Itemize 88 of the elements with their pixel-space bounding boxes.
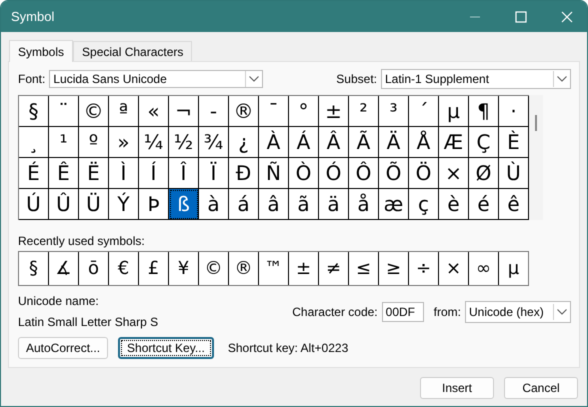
- symbol-cell[interactable]: ´: [409, 96, 439, 127]
- character-code-label: Character code:: [292, 304, 378, 318]
- symbol-cell[interactable]: Ê: [49, 158, 79, 189]
- from-dropdown[interactable]: Unicode (hex): [465, 300, 571, 322]
- chevron-down-icon: [557, 76, 567, 82]
- font-label: Font:: [18, 72, 46, 86]
- maximize-icon[interactable]: [515, 10, 527, 22]
- symbol-cell[interactable]: É: [19, 158, 49, 189]
- symbol-cell[interactable]: Â: [319, 127, 349, 158]
- symbol-cell[interactable]: Õ: [379, 158, 409, 189]
- unicode-name: Latin Small Letter Sharp S: [18, 315, 158, 329]
- symbol-cell[interactable]: ¶: [469, 96, 499, 127]
- symbol-cell[interactable]: -: [199, 96, 229, 127]
- symbol-cell[interactable]: Ì: [109, 158, 139, 189]
- symbol-cell[interactable]: Ö: [409, 158, 439, 189]
- symbol-cell[interactable]: è: [439, 189, 469, 220]
- symbol-cell[interactable]: ©: [79, 96, 109, 127]
- symbol-cell[interactable]: á: [229, 189, 259, 220]
- symbol-cell[interactable]: Ú: [19, 189, 49, 220]
- symbol-cell[interactable]: °: [289, 96, 319, 127]
- symbol-cell[interactable]: Ñ: [259, 158, 289, 189]
- symbol-cell[interactable]: µ: [439, 96, 469, 127]
- symbol-cell[interactable]: Ã: [349, 127, 379, 158]
- symbol-cell[interactable]: é: [469, 189, 499, 220]
- symbol-cell[interactable]: å: [349, 189, 379, 220]
- unicode-name-label: Unicode name:: [18, 294, 100, 308]
- symbol-cell[interactable]: ç: [409, 189, 439, 220]
- subset-label: Subset:: [336, 72, 377, 86]
- close-icon[interactable]: [561, 10, 573, 22]
- symbol-cell[interactable]: ³: [379, 96, 409, 127]
- symbol-cell[interactable]: ¸: [19, 127, 49, 158]
- symbol-cell[interactable]: ¿: [229, 127, 259, 158]
- symbol-cell[interactable]: ±: [319, 96, 349, 127]
- symbol-cell[interactable]: Ð: [229, 158, 259, 189]
- symbol-cell[interactable]: ª: [109, 96, 139, 127]
- tab[interactable]: Symbols: [9, 40, 74, 62]
- symbol-cell[interactable]: ¼: [139, 127, 169, 158]
- chevron-down-icon: [557, 308, 567, 314]
- recent-symbol[interactable]: µ: [499, 252, 528, 285]
- symbol-cell[interactable]: Ø: [469, 158, 499, 189]
- window-title: Symbol: [11, 9, 56, 24]
- insert-button[interactable]: Insert: [420, 377, 494, 399]
- symbol-cell[interactable]: »: [109, 127, 139, 158]
- symbol-cell[interactable]: Ó: [319, 158, 349, 189]
- symbol-cell[interactable]: ®: [229, 96, 259, 127]
- symbol-cell[interactable]: ¨: [49, 96, 79, 127]
- symbol-cell[interactable]: ã: [289, 189, 319, 220]
- from-label: from:: [434, 304, 461, 318]
- symbol-cell[interactable]: §: [19, 96, 49, 127]
- symbol-cell[interactable]: º: [79, 127, 109, 158]
- chevron-down-icon: [249, 76, 260, 82]
- symbol-cell[interactable]: ¾: [199, 127, 229, 158]
- symbol-cell[interactable]: Ò: [289, 158, 319, 189]
- autocorrect-button[interactable]: AutoCorrect...: [18, 337, 108, 359]
- symbol-cell[interactable]: Á: [289, 127, 319, 158]
- scrollbar[interactable]: [529, 95, 543, 220]
- font-dropdown[interactable]: Lucida Sans Unicode: [49, 70, 264, 88]
- symbol-cell[interactable]: ¯: [259, 96, 289, 127]
- symbol-cell[interactable]: â: [259, 189, 289, 220]
- symbol-cell[interactable]: ä: [319, 189, 349, 220]
- symbol-cell[interactable]: ×: [439, 158, 469, 189]
- symbol-cell[interactable]: à: [199, 189, 229, 220]
- shortcut-key-button[interactable]: Shortcut Key...: [118, 337, 214, 359]
- symbol-cell[interactable]: Ý: [109, 189, 139, 220]
- symbol-cell[interactable]: Ü: [79, 189, 109, 220]
- symbol-cell[interactable]: Û: [49, 189, 79, 220]
- symbol-cell[interactable]: ½: [169, 127, 199, 158]
- symbol-cell[interactable]: Æ: [439, 127, 469, 158]
- symbol-cell[interactable]: Ä: [379, 127, 409, 158]
- symbol-cell[interactable]: ²: [349, 96, 379, 127]
- symbol-cell[interactable]: Í: [139, 158, 169, 189]
- symbol-cell[interactable]: ß: [169, 189, 199, 220]
- symbol-cell[interactable]: Å: [409, 127, 439, 158]
- symbol-cell[interactable]: «: [139, 96, 169, 127]
- symbol-cell[interactable]: æ: [379, 189, 409, 220]
- symbol-cell[interactable]: ¹: [49, 127, 79, 158]
- symbol-cell[interactable]: Ë: [79, 158, 109, 189]
- symbol-cell[interactable]: Ô: [349, 158, 379, 189]
- symbol-cell[interactable]: Ï: [199, 158, 229, 189]
- symbol-cell[interactable]: À: [259, 127, 289, 158]
- shortcut-key-text: Shortcut key: Alt+0223: [228, 341, 348, 355]
- character-code-field[interactable]: 00DF: [382, 302, 424, 322]
- recent-symbols-label: Recently used symbols:: [18, 234, 146, 248]
- symbol-cell[interactable]: ¬: [169, 96, 199, 127]
- cancel-button[interactable]: Cancel: [504, 377, 578, 399]
- symbol-cell[interactable]: Ç: [469, 127, 499, 158]
- tab[interactable]: Special Characters: [73, 41, 192, 61]
- subset-dropdown[interactable]: Latin-1 Supplement: [381, 69, 571, 89]
